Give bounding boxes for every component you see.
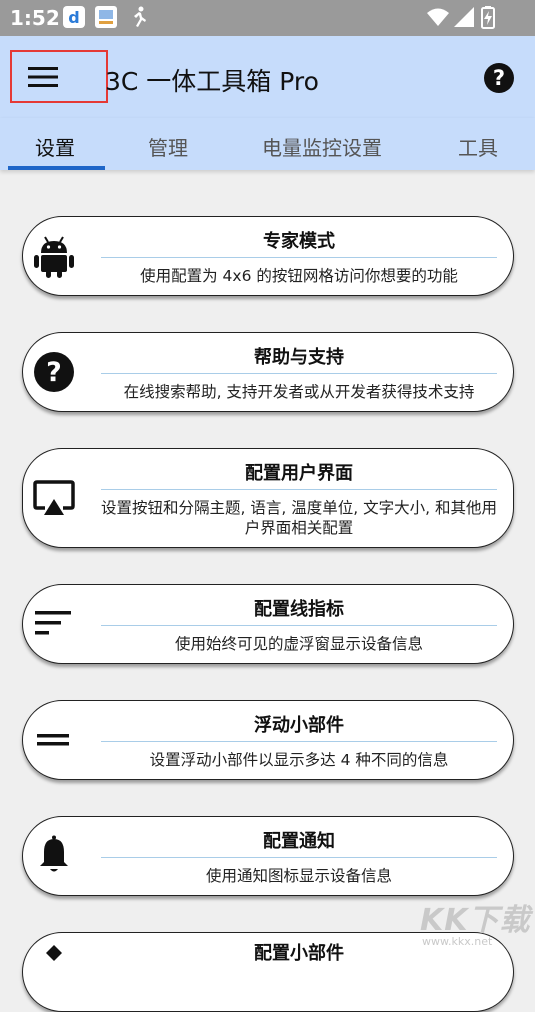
card-description: 使用配置为 4x6 的按钮网格访问你想要的功能 <box>140 267 458 285</box>
card-expert-mode[interactable]: 专家模式 使用配置为 4x6 的按钮网格访问你想要的功能 <box>22 216 514 296</box>
tab-indicator <box>8 166 105 170</box>
card-configure-line-indicator[interactable]: 配置线指标 使用始终可见的虚浮窗显示设备信息 <box>22 584 514 664</box>
card-separator <box>101 625 497 626</box>
wifi-icon <box>427 8 449 26</box>
card-title: 专家模式 <box>263 231 335 252</box>
help-circle-icon: ? <box>34 352 74 392</box>
app-title: 3C 一体工具箱 Pro <box>105 67 319 96</box>
card-separator <box>101 257 497 258</box>
cast-screen-icon <box>33 480 75 515</box>
card-separator <box>101 857 497 858</box>
card-title: 配置通知 <box>263 831 335 852</box>
bell-icon <box>40 835 68 872</box>
tab-battery-monitor-settings[interactable]: 电量监控设置 <box>262 132 382 161</box>
card-description: 在线搜索帮助, 支持开发者或从开发者获得技术支持 <box>123 383 475 401</box>
battery-charging-icon <box>481 6 495 29</box>
tab-settings[interactable]: 设置 <box>35 132 75 161</box>
tab-tools[interactable]: 工具 <box>458 132 498 161</box>
signal-icon <box>454 7 474 27</box>
sort-lines-icon <box>35 611 71 635</box>
card-separator <box>101 373 497 374</box>
widget-icon <box>46 945 62 961</box>
card-separator <box>101 741 497 742</box>
menu-button[interactable] <box>10 50 108 103</box>
status-time: 1:52 <box>10 6 60 30</box>
card-description: 使用通知图标显示设备信息 <box>205 867 392 885</box>
card-help-support[interactable]: ? 帮助与支持 在线搜索帮助, 支持开发者或从开发者获得技术支持 <box>22 332 514 412</box>
card-description: 设置浮动小部件以显示多达 4 种不同的信息 <box>149 751 449 769</box>
d-app-icon: d <box>63 6 85 28</box>
watermark-logo: KK下载 <box>420 903 531 938</box>
card-description: 设置按钮和分隔主题, 语言, 温度单位, 文字大小, 和其他用户界面相关配置 <box>101 499 497 537</box>
card-configure-notification[interactable]: 配置通知 使用通知图标显示设备信息 <box>22 816 514 896</box>
card-title: 配置线指标 <box>254 599 344 620</box>
svg-text:?: ? <box>46 357 62 388</box>
app-bar: 3C 一体工具箱 Pro ? <box>0 36 535 118</box>
card-separator <box>101 489 497 490</box>
help-circle-icon[interactable]: ? <box>483 62 515 94</box>
image-app-icon <box>95 6 117 28</box>
tab-manage[interactable]: 管理 <box>148 132 188 161</box>
card-configure-ui[interactable]: 配置用户界面 设置按钮和分隔主题, 语言, 温度单位, 文字大小, 和其他用户界… <box>22 448 514 548</box>
equal-lines-icon <box>37 734 69 746</box>
tab-bar: 设置 管理 电量监控设置 工具 <box>0 118 535 170</box>
card-title: 配置用户界面 <box>245 463 353 484</box>
svg-text:d: d <box>68 8 79 27</box>
status-bar: 1:52 d <box>0 0 535 36</box>
hamburger-menu-icon <box>28 67 58 87</box>
svg-text:?: ? <box>493 66 505 90</box>
card-title: 帮助与支持 <box>254 347 344 368</box>
watermark-url: www.kkx.net <box>422 935 493 948</box>
card-title: 浮动小部件 <box>254 715 344 736</box>
card-floating-widget[interactable]: 浮动小部件 设置浮动小部件以显示多达 4 种不同的信息 <box>22 700 514 780</box>
watermark: KK下载 www.kkx.net <box>416 895 534 951</box>
running-figure-icon <box>134 6 146 27</box>
card-description: 使用始终可见的虚浮窗显示设备信息 <box>174 635 423 653</box>
android-icon <box>34 236 74 278</box>
